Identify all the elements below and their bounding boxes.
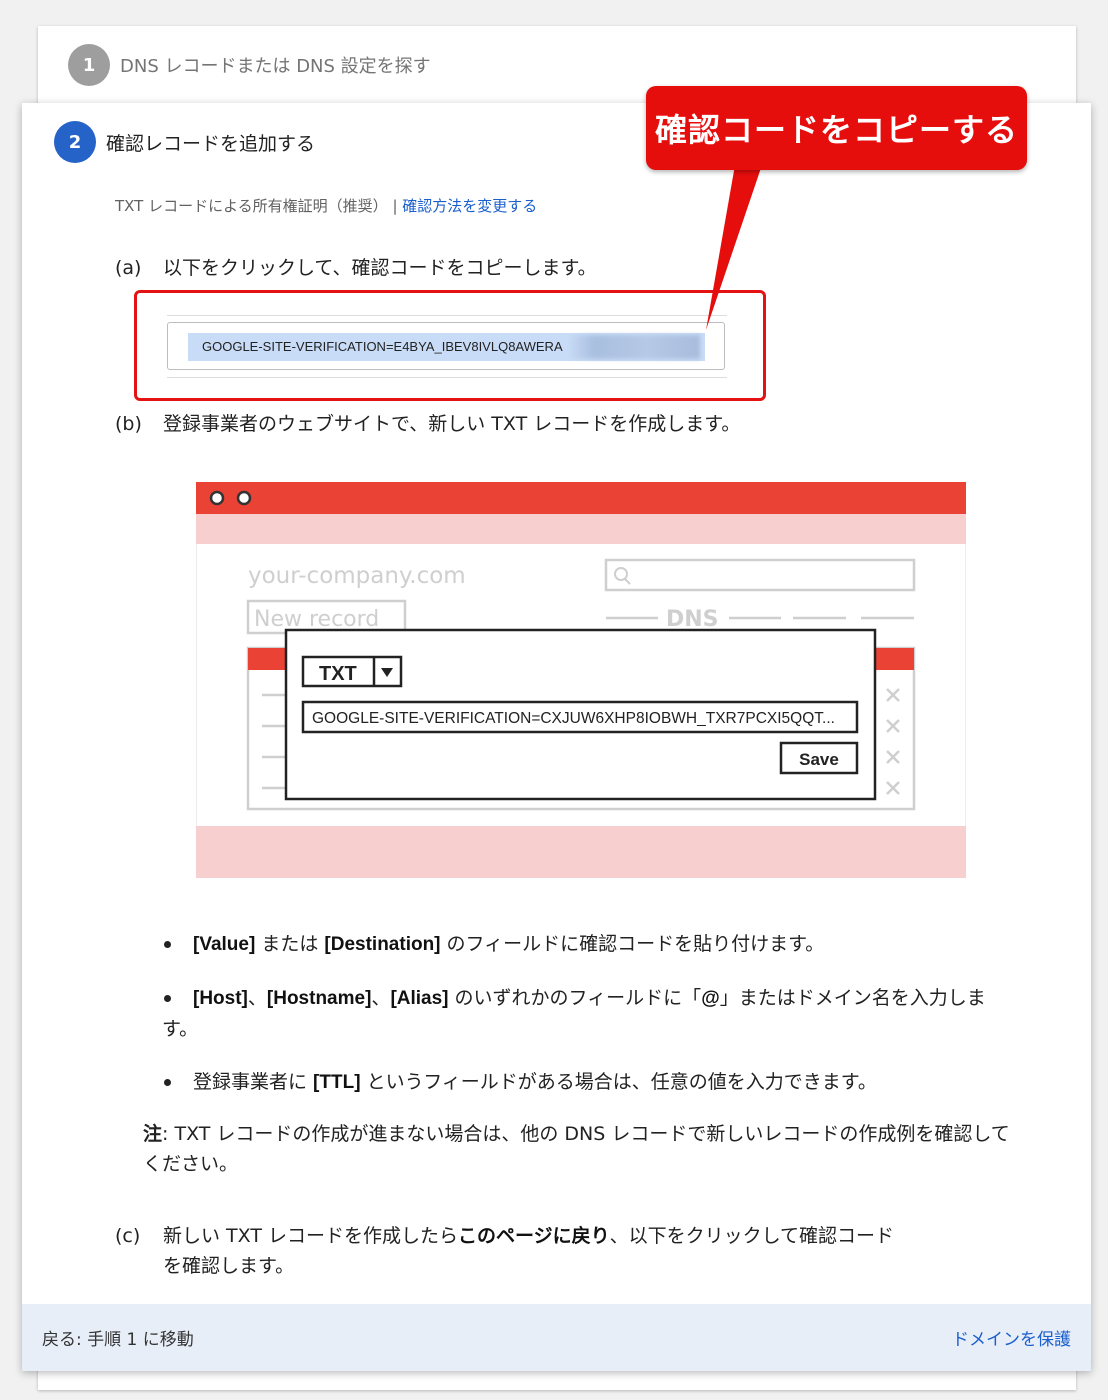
txt-record-illustration: your-company.com New record DNS TXT GOOG… (196, 482, 966, 878)
window-dot-icon (209, 490, 225, 506)
bullet-text: または (255, 933, 325, 955)
instruction-c-text3: を確認します。 (163, 1255, 295, 1277)
method-separator: | (387, 197, 403, 215)
bullet-key: [TTL] (313, 1072, 361, 1093)
protect-domain-link[interactable]: ドメインを保護 (952, 1325, 1071, 1350)
instruction-c-text2: 、以下をクリックして確認コード (609, 1225, 895, 1247)
instruction-c: (c) 新しい TXT レコードを作成したらこのページに戻り、以下をクリックして確… (115, 1221, 1015, 1281)
verification-method: TXT レコードによる所有権証明（推奨） | 確認方法を変更する (115, 195, 537, 216)
instruction-b-label: (b) (115, 413, 142, 435)
instruction-a: (a) 以下をクリックして、確認コードをコピーします。 (115, 253, 597, 280)
bullet-ttl-field: 登録事業者に [TTL] というフィールドがある場合は、任意の値を入力できます。 (162, 1067, 1002, 1098)
step-footer: 戻る: 手順 1 に移動 ドメインを保護 (22, 1304, 1091, 1371)
illus-dns-label: DNS (666, 607, 719, 632)
instruction-c-bold: このページに戻り (457, 1225, 610, 1247)
illus-search-box (604, 558, 916, 592)
bullet-text: というフィールドがある場合は、任意の値を入力できます。 (360, 1071, 877, 1093)
instruction-a-text: 以下をクリックして、確認コードをコピーします。 (163, 257, 597, 279)
bullet-text: 、 (247, 987, 267, 1009)
step1-header[interactable]: 1 DNS レコードまたは DNS 設定を探す (68, 44, 431, 86)
note-text: : TXT レコードの作成が進まない場合は、他の DNS レコードで新しいレコー… (143, 1123, 1010, 1175)
bullet-text: 、 (371, 987, 391, 1009)
bullet-text: 登録事業者に (193, 1071, 314, 1093)
note: 注: TXT レコードの作成が進まない場合は、他の DNS レコードで新しいレコ… (143, 1119, 1013, 1179)
bullet-text: のフィールドに確認コードを貼り付けます。 (440, 933, 825, 955)
note-label: 注 (143, 1123, 163, 1145)
illus-save-label: Save (799, 750, 839, 769)
bullet-key: [Alias] (390, 988, 449, 1009)
bullet-key: [Host] (193, 988, 248, 1009)
step2-card: 2 確認レコードを追加する TXT レコードによる所有権証明（推奨） | 確認方… (22, 103, 1091, 1371)
callout-copy-code: 確認コードをコピーする (646, 86, 1027, 170)
step2-number: 2 (54, 121, 96, 163)
bullet-key: [Hostname] (266, 988, 372, 1009)
bullet-key: [Value] (193, 934, 256, 955)
step1-number: 1 (68, 44, 110, 86)
instruction-b: (b) 登録事業者のウェブサイトで、新しい TXT レコードを作成します。 (115, 409, 740, 436)
window-dot-icon (236, 490, 252, 506)
illus-record-value: GOOGLE-SITE-VERIFICATION=CXJUW6XHP8IOBWH… (312, 710, 835, 727)
highlight-box (134, 290, 766, 401)
step1-title: DNS レコードまたは DNS 設定を探す (120, 56, 431, 77)
instruction-a-label: (a) (115, 257, 142, 279)
illus-record-type: TXT (319, 663, 357, 685)
instruction-c-label: (c) (115, 1225, 141, 1247)
step2-title: 確認レコードを追加する (106, 132, 316, 155)
bullet-host-field: [Host]、[Hostname]、[Alias] のいずれかのフィールドに「@… (162, 983, 1002, 1044)
illus-new-record-label: New record (254, 607, 379, 632)
instruction-bullets: [Value] または [Destination] のフィールドに確認コードを貼… (162, 929, 1002, 1121)
bullet-text: のいずれかのフィールドに「 (448, 987, 702, 1009)
change-method-link[interactable]: 確認方法を変更する (402, 197, 537, 215)
bullet-key: @ (701, 988, 720, 1009)
browser-titlebar (196, 482, 966, 514)
method-text: TXT レコードによる所有権証明（推奨） (115, 197, 388, 215)
bullet-key: [Destination] (324, 934, 441, 955)
step2-header: 2 確認レコードを追加する (54, 121, 315, 163)
instruction-c-text: 新しい TXT レコードを作成したら (163, 1225, 458, 1247)
instruction-b-text: 登録事業者のウェブサイトで、新しい TXT レコードを作成します。 (163, 413, 741, 435)
illus-domain: your-company.com (248, 563, 466, 589)
bullet-value-field: [Value] または [Destination] のフィールドに確認コードを貼… (162, 929, 1002, 960)
back-to-step1-link[interactable]: 戻る: 手順 1 に移動 (42, 1325, 194, 1350)
